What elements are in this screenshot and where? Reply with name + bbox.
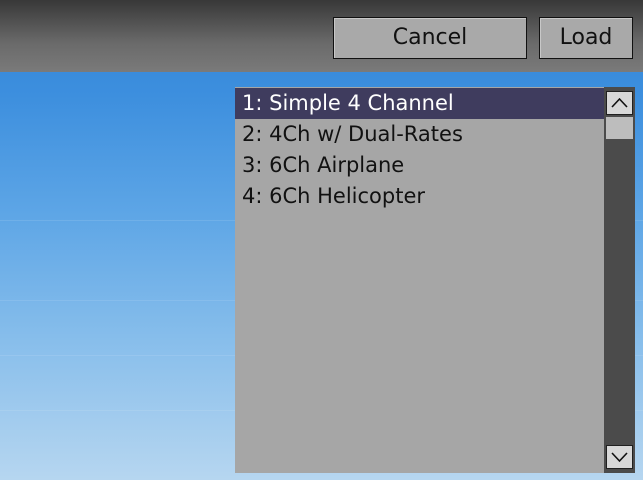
list-scrollbar[interactable] [604, 87, 635, 473]
list-item-simple-4-channel[interactable]: 1: Simple 4 Channel [235, 88, 604, 119]
load-button[interactable]: Load [539, 17, 633, 59]
chevron-down-icon [611, 452, 628, 463]
top-toolbar: Cancel Load [0, 0, 643, 72]
list-item-6ch-airplane[interactable]: 3: 6Ch Airplane [235, 150, 604, 181]
scroll-up-button[interactable] [606, 91, 633, 115]
cancel-button[interactable]: Cancel [333, 17, 527, 59]
chevron-up-icon [611, 97, 628, 108]
scroll-thumb[interactable] [606, 117, 633, 139]
template-list: 1: Simple 4 Channel 2: 4Ch w/ Dual-Rates… [235, 87, 604, 473]
model-template-screen: { "toolbar": { "cancel_label": "Cancel",… [0, 0, 643, 480]
scroll-down-button[interactable] [606, 445, 633, 469]
list-item-4ch-dual-rates[interactable]: 2: 4Ch w/ Dual-Rates [235, 119, 604, 150]
list-item-6ch-helicopter[interactable]: 4: 6Ch Helicopter [235, 181, 604, 212]
